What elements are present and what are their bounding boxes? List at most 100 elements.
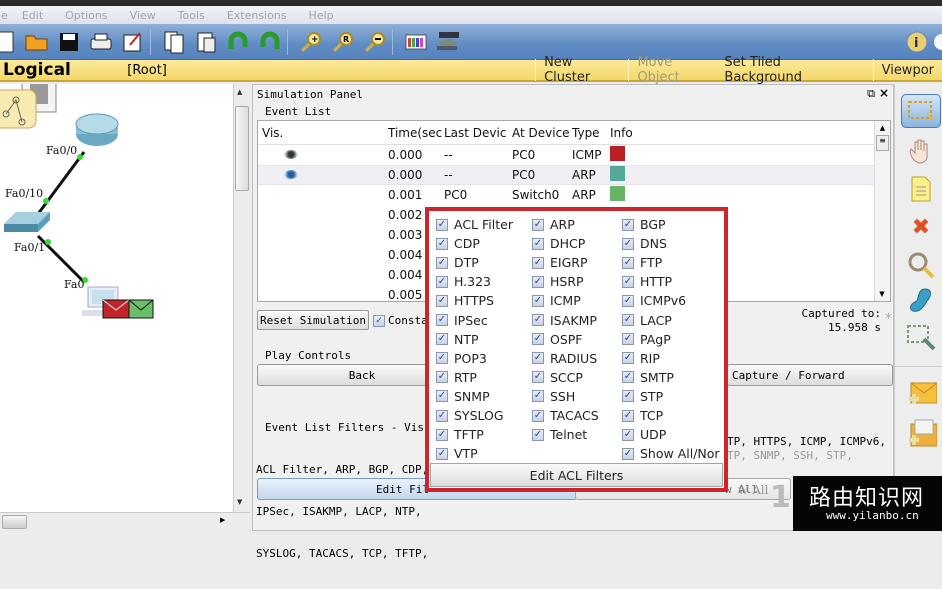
event-row[interactable]: 0.000 -- PC0 ICMP (258, 145, 890, 165)
column-type[interactable]: Type (572, 126, 610, 140)
filter-checkbox[interactable]: ✓ STP (622, 389, 663, 404)
filter-checkbox[interactable]: ✓ SCCP (532, 370, 583, 385)
delete-icon[interactable]: ✖ (901, 210, 941, 244)
filter-checkbox[interactable]: ✓ ARP (532, 217, 575, 232)
checkbox-checked-icon[interactable]: ✓ (622, 314, 634, 326)
event-row[interactable]: 0.001 PC0 Switch0 ARP (258, 185, 890, 205)
scroll-down-arrow[interactable]: ▼ (237, 498, 242, 506)
menu-help[interactable]: Help (309, 9, 334, 22)
root-breadcrumb[interactable]: [Root] (127, 63, 535, 78)
checkbox-checked-icon[interactable]: ✓ (532, 333, 544, 346)
filter-checkbox[interactable]: ✓ ICMPv6 (622, 293, 686, 308)
checkbox-checked-icon[interactable]: ✓ (436, 371, 448, 384)
event-list-scrollbar[interactable]: ▲ ≡ ▼ (874, 121, 890, 301)
checkbox-checked-icon[interactable]: ✓ (436, 314, 448, 326)
pdu-envelope-icon[interactable] (102, 299, 154, 319)
help-icon[interactable] (934, 29, 942, 55)
info-icon[interactable]: i (904, 29, 930, 55)
reset-simulation-button[interactable]: Reset Simulation (257, 310, 369, 330)
column-info[interactable]: Info (610, 126, 650, 140)
filter-checkbox[interactable]: ✓ EIGRP (532, 255, 588, 270)
menu-edit[interactable]: Edit (22, 9, 43, 22)
checkbox-checked-icon[interactable]: ✓ (373, 314, 385, 327)
menu-tools[interactable]: Tools (178, 9, 205, 22)
checkbox-checked-icon[interactable]: ✓ (622, 371, 634, 384)
filter-checkbox[interactable]: ✓ ISAKMP (532, 313, 597, 328)
filter-checkbox[interactable]: ✓ TACACS (532, 408, 599, 423)
scrollbar-thumb[interactable]: ≡ (876, 135, 889, 151)
checkbox-checked-icon[interactable]: ✓ (436, 237, 448, 250)
undo-icon[interactable] (225, 29, 251, 55)
filter-checkbox[interactable]: ✓ HTTP (622, 274, 672, 289)
checkbox-checked-icon[interactable]: ✓ (436, 218, 448, 231)
filter-checkbox[interactable]: ✓ DHCP (532, 236, 585, 251)
zoom-in-icon[interactable]: + (298, 29, 324, 55)
canvas-horizontal-scrollbar[interactable]: ▶ (0, 512, 250, 531)
filter-checkbox[interactable]: ✓ Show All/Nor (622, 446, 720, 461)
filter-checkbox[interactable]: ✓ POP3 (436, 351, 487, 366)
filter-checkbox[interactable]: ✓ IPSec (436, 313, 488, 328)
filter-checkbox[interactable]: ✓ CDP (436, 236, 480, 251)
print-icon[interactable] (88, 29, 114, 55)
note-icon[interactable] (901, 172, 941, 206)
scrollbar-thumb[interactable] (2, 515, 27, 529)
filter-checkbox[interactable]: ✓ ACL Filter (436, 217, 513, 232)
checkbox-checked-icon[interactable]: ✓ (622, 294, 634, 307)
filter-checkbox[interactable]: ✓ DNS (622, 236, 667, 251)
copy-icon[interactable] (161, 29, 187, 55)
checkbox-checked-icon[interactable]: ✓ (622, 428, 634, 441)
checkbox-checked-icon[interactable]: ✓ (436, 275, 448, 288)
filter-checkbox[interactable]: ✓ SYSLOG (436, 408, 504, 423)
filter-checkbox[interactable]: ✓ ICMP (532, 293, 581, 308)
draw-shape-icon[interactable] (901, 284, 941, 318)
paste-icon[interactable] (193, 29, 219, 55)
hand-icon[interactable] (901, 134, 941, 168)
filter-checkbox[interactable]: ✓ HSRP (532, 274, 584, 289)
filter-checkbox[interactable]: ✓ SSH (532, 389, 575, 404)
zoom-reset-icon[interactable]: R (330, 29, 356, 55)
new-cluster-button[interactable]: New Cluster (535, 55, 628, 85)
checkbox-checked-icon[interactable]: ✓ (436, 447, 448, 460)
checkbox-checked-icon[interactable]: ✓ (532, 218, 544, 231)
filter-checkbox[interactable]: ✓ VTP (436, 446, 478, 461)
custom-device-icon[interactable] (435, 29, 461, 55)
checkbox-checked-icon[interactable]: ✓ (532, 314, 544, 326)
filter-checkbox[interactable]: ✓ RTP (436, 370, 477, 385)
checkbox-checked-icon[interactable]: ✓ (622, 390, 634, 403)
checkbox-checked-icon[interactable]: ✓ (532, 275, 544, 288)
column-last-device[interactable]: Last Devic (444, 126, 512, 140)
filter-checkbox[interactable]: ✓ DTP (436, 255, 479, 270)
select-icon[interactable] (901, 94, 941, 128)
filter-checkbox[interactable]: ✓ H.323 (436, 274, 491, 289)
canvas-vertical-scrollbar[interactable]: ▲ ▼ (233, 84, 250, 514)
activity-wizard-icon[interactable] (120, 29, 146, 55)
checkbox-checked-icon[interactable]: ✓ (622, 409, 634, 422)
menu-extensions[interactable]: Extensions (227, 9, 287, 22)
add-complex-pdu-icon[interactable] (901, 416, 941, 450)
capture-forward-button[interactable]: Capture / Forward (727, 364, 893, 386)
save-icon[interactable] (56, 29, 82, 55)
checkbox-checked-icon[interactable]: ✓ (622, 237, 634, 250)
checkbox-checked-icon[interactable]: ✓ (622, 218, 634, 231)
resize-icon[interactable] (901, 320, 941, 354)
scroll-up-arrow[interactable]: ▲ (237, 88, 242, 96)
checkbox-checked-icon[interactable]: ✓ (532, 256, 544, 269)
scrollbar-thumb[interactable] (235, 106, 249, 191)
viewport-button[interactable]: Viewpor (872, 59, 942, 81)
checkbox-checked-icon[interactable]: ✓ (532, 428, 544, 441)
router-icon[interactable] (75, 113, 119, 146)
checkbox-checked-icon[interactable]: ✓ (436, 428, 448, 441)
scroll-right-arrow[interactable]: ▶ (220, 516, 225, 524)
checkbox-checked-icon[interactable]: ✓ (436, 352, 448, 365)
menu-options[interactable]: Options (65, 9, 107, 22)
move-object-button[interactable]: Move Object (628, 55, 724, 85)
checkbox-checked-icon[interactable]: ✓ (532, 371, 544, 384)
filter-checkbox[interactable]: ✓ Telnet (532, 427, 587, 442)
switch-icon[interactable] (4, 212, 50, 232)
filter-checkbox[interactable]: ✓ PAgP (622, 332, 671, 347)
checkbox-checked-icon[interactable]: ✓ (532, 352, 544, 365)
redo-icon[interactable] (257, 29, 283, 55)
checkbox-checked-icon[interactable]: ✓ (622, 256, 634, 269)
checkbox-checked-icon[interactable]: ✓ (436, 409, 448, 422)
checkbox-checked-icon[interactable]: ✓ (622, 333, 634, 346)
